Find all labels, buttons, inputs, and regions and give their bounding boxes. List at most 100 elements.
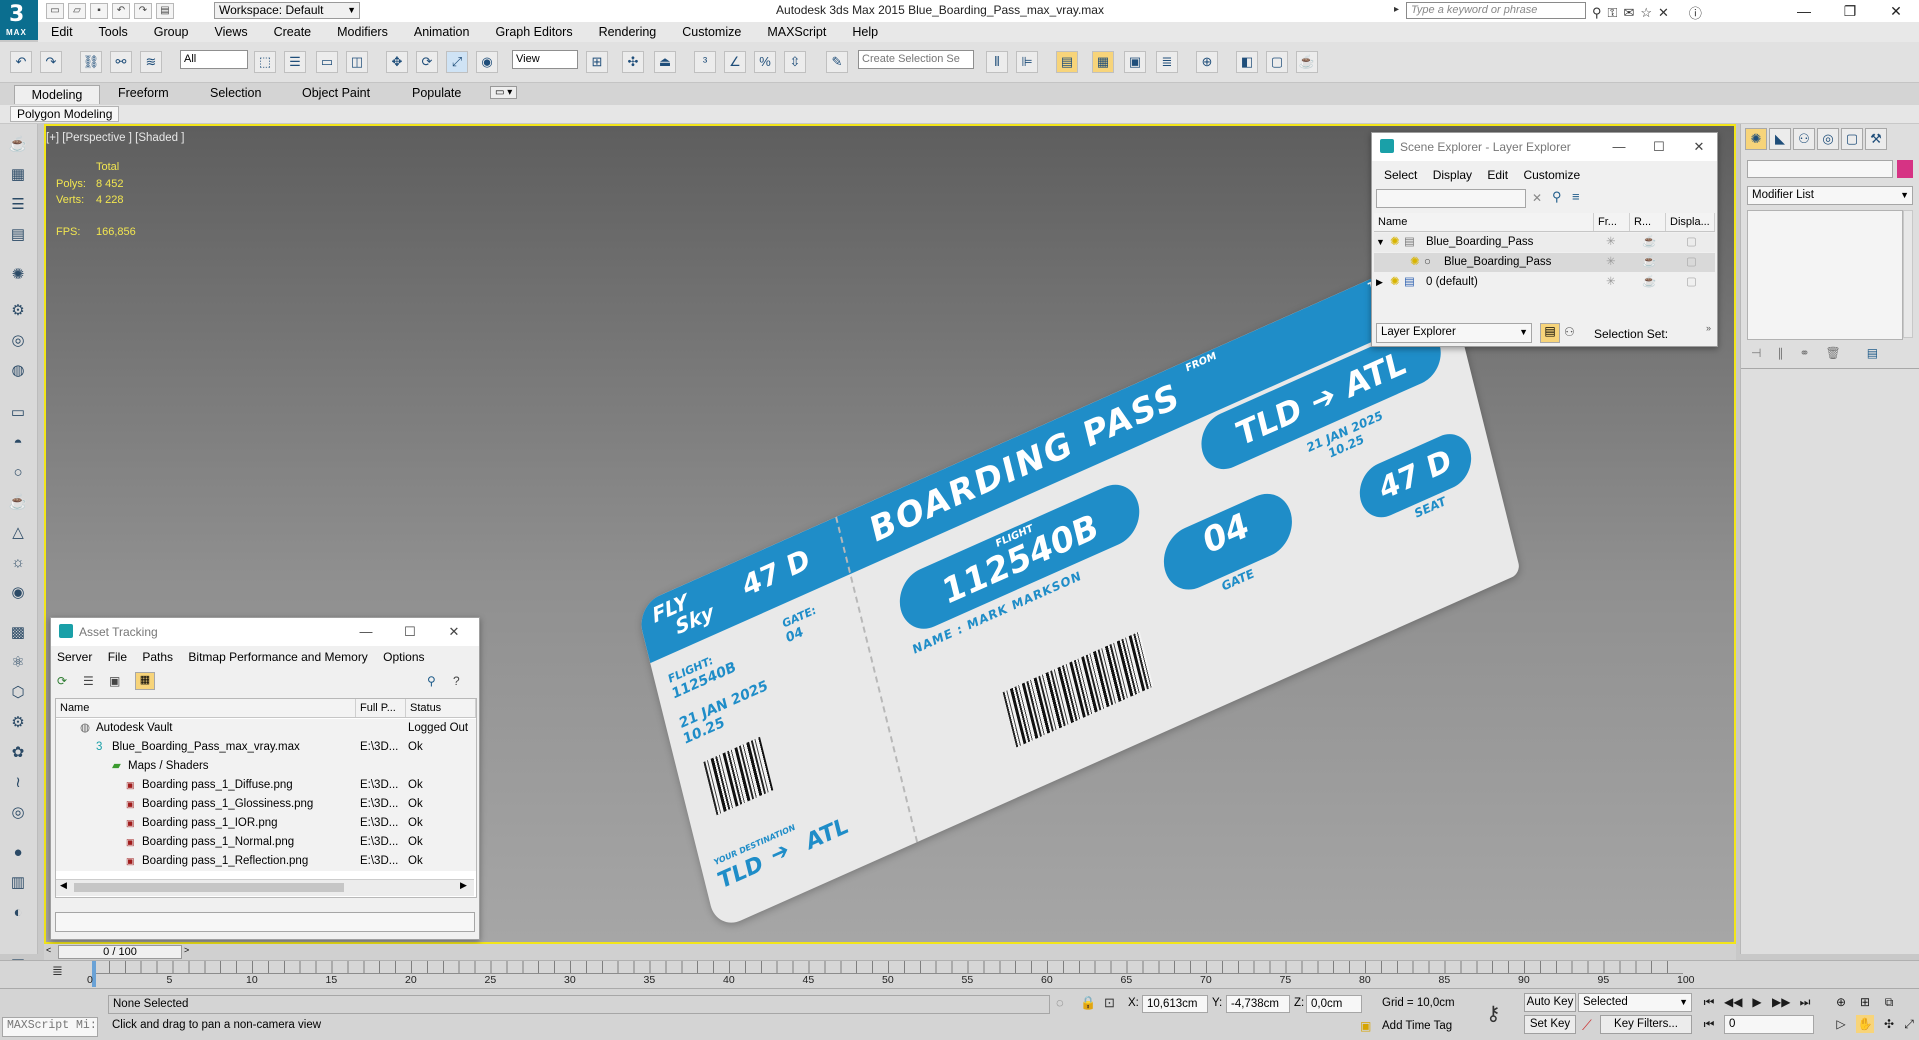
schematic-view-icon[interactable]: ⊕ <box>1196 51 1218 73</box>
timeline-ruler[interactable] <box>93 961 1683 974</box>
table-row[interactable]: ▣ Boarding pass_1_Reflection.png E:\3D..… <box>56 852 476 871</box>
viewport-label[interactable]: [+] [Perspective ] [Shaded ] <box>46 132 184 144</box>
go-to-end-icon[interactable]: ⏭ <box>1796 993 1814 1011</box>
redo-icon[interactable]: ↷ <box>134 3 152 19</box>
utilities-tab-icon[interactable]: ⚒ <box>1865 128 1887 150</box>
more-options-icon[interactable]: » <box>1706 323 1711 333</box>
light-bulb-icon[interactable]: ✺ <box>1410 253 1420 272</box>
at-menu-options[interactable]: Options <box>377 647 430 667</box>
hierarchy-icon[interactable]: ⚇ <box>1564 325 1575 339</box>
teapot-icon[interactable]: ☕ <box>7 134 29 156</box>
time-slider-track[interactable]: < 0 / 100 > <box>44 944 1736 960</box>
table-row[interactable]: ◍ Autodesk Vault Logged Out <box>56 719 476 738</box>
scroll-thumb[interactable] <box>74 883 344 892</box>
auto-key-button[interactable]: Auto Key <box>1524 993 1576 1012</box>
asset-tracking-window[interactable]: Asset Tracking — ☐ ✕ Server File Paths B… <box>50 617 480 940</box>
scene-explorer-titlebar[interactable]: Scene Explorer - Layer Explorer — ☐ ✕ <box>1372 133 1717 161</box>
modifier-stack[interactable] <box>1747 210 1903 340</box>
new-file-icon[interactable]: ▭ <box>46 3 64 19</box>
grid-icon[interactable]: ▤ <box>7 224 29 246</box>
table-row[interactable]: ✺ ○ Blue_Boarding_Pass ✳ ☕ ▢ <box>1374 253 1715 272</box>
z-coordinate-input[interactable]: 0,0cm <box>1306 995 1362 1013</box>
dome-light-icon[interactable]: ◉ <box>7 582 29 604</box>
table-row[interactable]: ▣ Boarding pass_1_Normal.png E:\3D... Ok <box>56 833 476 852</box>
plant-icon[interactable]: ✿ <box>7 742 29 764</box>
align-icon[interactable]: ⊫ <box>1016 51 1038 73</box>
light-bulb-icon[interactable]: ✺ <box>7 264 29 286</box>
minimize-icon[interactable]: — <box>351 622 381 642</box>
help-icon[interactable]: ? <box>453 674 460 688</box>
go-to-start-icon[interactable]: ⏮ <box>1700 993 1718 1011</box>
display-box-icon[interactable]: ▢ <box>1686 273 1697 292</box>
bind-space-warp-icon[interactable]: ≋ <box>140 51 162 73</box>
menu-rendering[interactable]: Rendering <box>586 22 670 42</box>
set-key-mode-icon[interactable]: ⚷ <box>1486 1001 1501 1026</box>
object-name-input[interactable] <box>1747 160 1893 178</box>
col-full-path[interactable]: Full P... <box>356 699 406 717</box>
table-row[interactable]: ▼ ✺ ▤ Blue_Boarding_Pass ✳ ☕ ▢ <box>1374 233 1715 252</box>
curve-editor-icon[interactable]: ≣ <box>1156 51 1178 73</box>
angle-snap-icon[interactable]: ∠ <box>724 51 746 73</box>
next-frame-icon[interactable]: > <box>184 945 189 955</box>
selection-lock-icon[interactable]: 🔒 <box>1080 995 1096 1011</box>
minimize-icon[interactable]: — <box>1781 0 1827 22</box>
favorites-icon[interactable]: ☆ <box>1640 5 1652 21</box>
hierarchy-tab-icon[interactable]: ⚇ <box>1793 128 1815 150</box>
minimize-icon[interactable]: — <box>1604 137 1634 157</box>
previous-frame-icon[interactable]: ◀◀ <box>1724 993 1742 1011</box>
pivot-center-icon[interactable]: ⊞ <box>586 51 608 73</box>
time-tag-icon[interactable]: ▣ <box>1360 1019 1371 1033</box>
named-selection-set-input[interactable]: Create Selection Se <box>858 50 974 69</box>
wireframe-icon[interactable]: ⬡ <box>7 682 29 704</box>
modifier-stack-scrollbar[interactable] <box>1903 210 1913 338</box>
render-production-icon[interactable]: ☕ <box>1296 51 1318 73</box>
reference-coordinate-dropdown[interactable]: View <box>512 50 578 69</box>
zoom-icon[interactable]: ⊕ <box>1832 993 1850 1011</box>
field-of-view-icon[interactable]: ▷ <box>1832 1015 1850 1033</box>
layers-icon[interactable]: ▥ <box>7 872 29 894</box>
binoculars-icon[interactable]: ⚲ <box>1592 5 1602 21</box>
col-status[interactable]: Status <box>406 699 476 717</box>
workspace-dropdown[interactable]: Workspace: Default ▼ <box>214 2 360 19</box>
se-menu-customize[interactable]: Customize <box>1517 165 1586 185</box>
key-mode-toggle-icon[interactable]: ⏮ <box>1700 1015 1718 1033</box>
sphere-icon[interactable]: ○ <box>7 462 29 484</box>
orbit-icon[interactable]: ✣ <box>1880 1015 1898 1033</box>
project-folder-icon[interactable]: ▤ <box>156 3 174 19</box>
asset-path-field[interactable] <box>55 912 475 932</box>
menu-customize[interactable]: Customize <box>669 22 754 42</box>
percent-snap-icon[interactable]: % <box>754 51 776 73</box>
light-bulb-icon[interactable]: ✺ <box>1390 233 1400 252</box>
edit-named-selection-icon[interactable]: ✎ <box>826 51 848 73</box>
menu-tools[interactable]: Tools <box>86 22 141 42</box>
expand-icon[interactable]: ▶ <box>1376 273 1383 292</box>
se-menu-edit[interactable]: Edit <box>1481 165 1514 185</box>
gear-icon[interactable]: ⚙ <box>7 712 29 734</box>
communication-icon[interactable]: ✉ <box>1623 5 1634 21</box>
display-tab-icon[interactable]: ▢ <box>1841 128 1863 150</box>
se-menu-select[interactable]: Select <box>1378 165 1423 185</box>
key-filter-selection-dropdown[interactable]: Selected ▼ <box>1578 993 1692 1012</box>
teapot-material-icon[interactable]: ☕ <box>7 492 29 514</box>
menu-create[interactable]: Create <box>261 22 325 42</box>
rotate-icon[interactable]: ⟳ <box>416 51 438 73</box>
layers-toggle-icon[interactable]: ▤ <box>1540 323 1560 343</box>
collapse-icon[interactable]: ▼ <box>1376 233 1385 252</box>
asset-tracking-titlebar[interactable]: Asset Tracking — ☐ ✕ <box>51 618 479 646</box>
box-icon[interactable]: ▭ <box>7 402 29 424</box>
refresh-icon[interactable]: ⟳ <box>57 674 67 688</box>
display-box-icon[interactable]: ▢ <box>1686 233 1697 252</box>
exchange-icon[interactable]: ✕ <box>1658 5 1669 21</box>
unlink-icon[interactable]: ⚯ <box>110 51 132 73</box>
network-icon[interactable]: ⚙ <box>7 300 29 322</box>
col-freeze[interactable]: Fr... <box>1594 213 1630 231</box>
tab-populate[interactable]: Populate <box>412 86 461 100</box>
undo-icon[interactable]: ↶ <box>112 3 130 19</box>
configure-modifier-sets-icon[interactable]: ▤ <box>1867 346 1878 360</box>
undo-icon[interactable]: ↶ <box>10 51 32 73</box>
y-coordinate-input[interactable]: -4,738cm <box>1226 995 1290 1013</box>
sun-icon[interactable]: ☼ <box>7 552 29 574</box>
motion-tab-icon[interactable]: ◎ <box>1817 128 1839 150</box>
time-slider-thumb[interactable]: 0 / 100 <box>58 945 182 959</box>
brick-icon[interactable]: ▩ <box>7 622 29 644</box>
